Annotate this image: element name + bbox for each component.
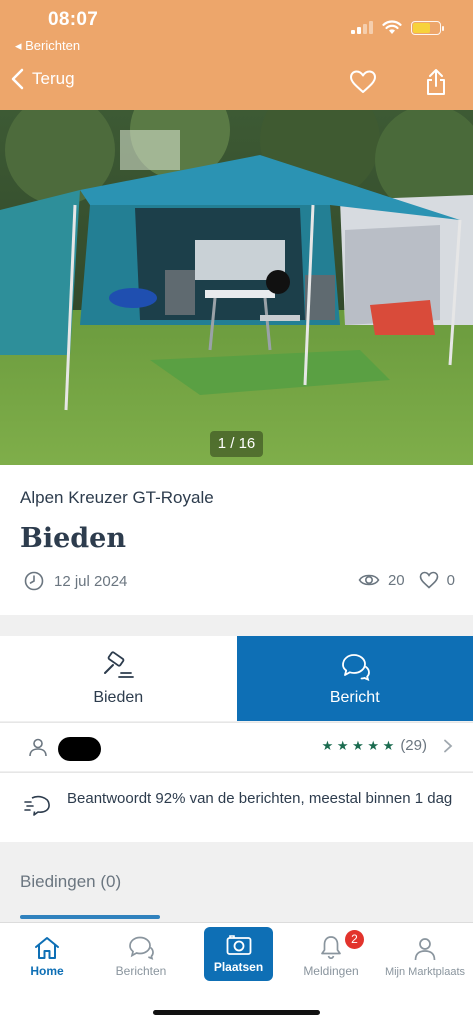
views-count: 20 (387, 571, 405, 589)
camera-icon (226, 935, 251, 955)
status-time: 08:07 (48, 9, 99, 30)
bottom-tab-bar: Home Berichten Plaatsen Meldingen 2 Mijn… (0, 922, 473, 1024)
chevron-left-icon (11, 68, 24, 90)
tab-notifications[interactable]: Meldingen (284, 923, 378, 985)
chat-bubbles-icon (341, 653, 370, 681)
seller-name-redacted (58, 737, 101, 761)
tab-messages-label: Berichten (115, 964, 167, 978)
cellular-signal-icon (351, 21, 373, 34)
listing-date-text: 12 jul 2024 (54, 572, 128, 590)
listing-date: 12 jul 2024 (24, 571, 127, 591)
eye-icon (358, 574, 380, 586)
favorites-count: 0 (446, 571, 455, 589)
messages-icon (129, 936, 154, 960)
tab-post-button[interactable]: Plaatsen (204, 927, 273, 981)
listing-stats: 20 0 (358, 571, 455, 589)
bids-heading: Biedingen (0) (20, 872, 122, 891)
response-rate-row: Beantwoordt 92% van de berichten, meesta… (0, 772, 473, 842)
header-actions (349, 68, 447, 96)
listing-summary-card: Alpen Kreuzer GT-Royale Bieden 12 jul 20… (0, 465, 473, 615)
rating-stars: ★ ★ ★ ★ ★ (321, 737, 395, 753)
tab-home-label: Home (30, 964, 64, 978)
seller-row[interactable]: ★ ★ ★ ★ ★ (29) (0, 722, 473, 771)
back-label: Terug (32, 69, 75, 88)
photo-counter: 1 / 16 (210, 431, 263, 457)
seller-rating: ★ ★ ★ ★ ★ (29) (322, 737, 453, 754)
app-header: 08:07 ◂ Berichten Terug (0, 0, 473, 110)
listing-title: Alpen Kreuzer GT-Royale (20, 488, 214, 507)
response-chat-icon (24, 795, 50, 816)
user-icon (29, 738, 47, 757)
tab-notifications-label: Meldingen (303, 964, 359, 978)
home-indicator (153, 1010, 320, 1015)
tab-account-label: Mijn Marktplaats (384, 966, 466, 978)
bid-button[interactable]: Bieden (0, 636, 237, 721)
tab-messages[interactable]: Berichten (94, 923, 188, 985)
home-icon (35, 937, 59, 959)
back-button[interactable]: Terug (10, 68, 75, 90)
status-icons (351, 20, 444, 35)
message-label: Bericht (329, 688, 380, 706)
tent-photo-image (0, 110, 473, 465)
listing-photo[interactable] (0, 110, 473, 465)
tab-post-label: Plaatsen (213, 960, 264, 974)
bid-label: Bieden (93, 688, 144, 706)
status-back-link[interactable]: ◂ Berichten (15, 38, 80, 54)
battery-icon (411, 20, 444, 35)
chevron-right-icon (444, 739, 453, 752)
heart-outline-icon (419, 571, 438, 589)
listing-price: Bieden (20, 523, 126, 554)
action-buttons: Bieden Bericht (0, 636, 473, 721)
wifi-icon (382, 20, 402, 34)
account-icon (414, 938, 436, 961)
bell-icon (321, 936, 341, 960)
clock-icon (24, 571, 44, 591)
notifications-badge: 2 (345, 930, 364, 949)
gavel-icon (104, 650, 135, 678)
message-button[interactable]: Bericht (236, 636, 473, 721)
response-rate-text: Beantwoordt 92% van de berichten, meesta… (67, 790, 453, 807)
share-icon[interactable] (425, 68, 447, 96)
tab-account[interactable]: Mijn Marktplaats (378, 923, 472, 985)
heart-icon[interactable] (349, 70, 377, 94)
rating-count: (29) (400, 737, 427, 754)
partially-hidden-link[interactable] (20, 915, 160, 919)
tab-home[interactable]: Home (0, 923, 94, 985)
